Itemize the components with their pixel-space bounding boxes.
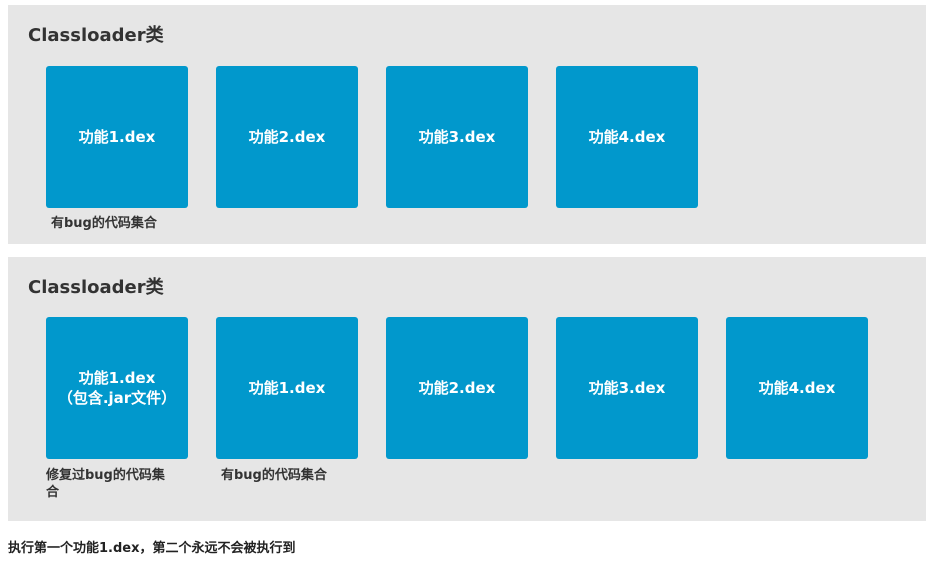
classloader-panel-patched: Classloader类 功能1.dex （包含.jar文件） 功能1.dex … [8, 257, 926, 521]
caption-buggy-code-set: 有bug的代码集合 [51, 216, 157, 231]
box-label: 功能3.dex [588, 379, 666, 397]
box-label: 功能3.dex [418, 128, 496, 146]
footnote: 执行第一个功能1.dex，第二个永远不会被执行到 [8, 541, 296, 556]
dex-box-function-4: 功能4.dex [556, 66, 698, 208]
dex-box-function-2: 功能2.dex [386, 317, 528, 459]
box-label: 功能2.dex [418, 379, 496, 397]
box-label: 功能4.dex [588, 128, 666, 146]
dex-box-function-3: 功能3.dex [556, 317, 698, 459]
box-label: 功能2.dex [248, 128, 326, 146]
dex-box-function-1: 功能1.dex [46, 66, 188, 208]
dex-box-patched-function-1: 功能1.dex （包含.jar文件） [46, 317, 188, 459]
box-label: 功能4.dex [758, 379, 836, 397]
box-sublabel: （包含.jar文件） [57, 389, 177, 407]
box-label: 功能1.dex [78, 128, 156, 146]
box-label: 功能1.dex [248, 379, 326, 397]
dex-box-function-4: 功能4.dex [726, 317, 868, 459]
box-label: 功能1.dex [78, 369, 156, 387]
caption-patched-code-set: 修复过bug的代码集合 [46, 468, 165, 500]
panel-title: Classloader类 [28, 277, 164, 298]
panel-title: Classloader类 [28, 25, 164, 46]
dex-box-function-3: 功能3.dex [386, 66, 528, 208]
dex-box-function-2: 功能2.dex [216, 66, 358, 208]
dex-box-function-1: 功能1.dex [216, 317, 358, 459]
caption-buggy-code-set: 有bug的代码集合 [221, 468, 327, 483]
classloader-panel-buggy: Classloader类 功能1.dex 功能2.dex 功能3.dex 功能4… [8, 5, 926, 244]
